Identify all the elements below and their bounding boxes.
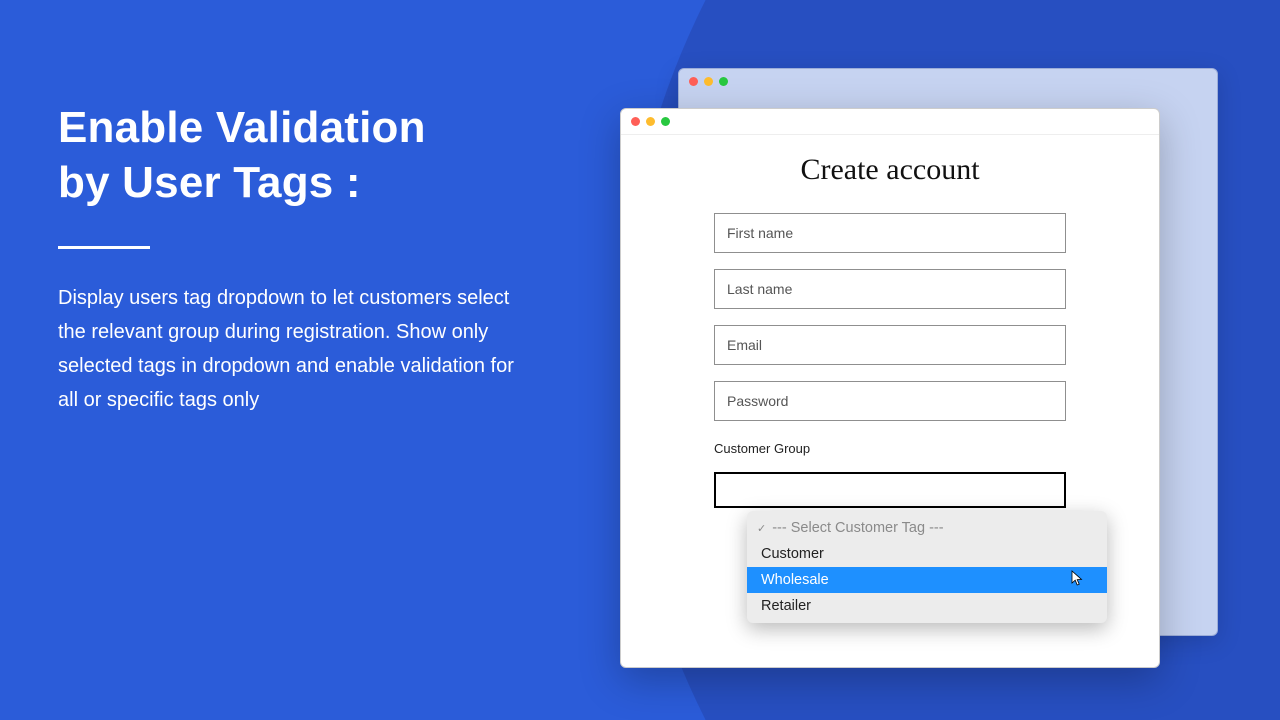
promo-body: Display users tag dropdown to let custom…: [58, 281, 528, 417]
promo-text: Enable Validation by User Tags : Display…: [58, 100, 528, 417]
dropdown-placeholder-option[interactable]: ✓ --- Select Customer Tag ---: [747, 515, 1107, 541]
customer-group-label: Customer Group: [714, 441, 1066, 456]
cursor-icon: [1071, 570, 1085, 590]
dropdown-option-customer[interactable]: Customer: [747, 541, 1107, 567]
dropdown-placeholder-label: --- Select Customer Tag ---: [772, 520, 943, 536]
window-chrome: [621, 109, 1159, 135]
window-chrome-back: [679, 69, 1217, 93]
check-icon: ✓: [757, 522, 766, 535]
dropdown-option-label: Retailer: [761, 598, 811, 614]
dropdown-option-label: Wholesale: [761, 572, 829, 588]
traffic-light-close-icon: [689, 77, 698, 86]
divider: [58, 246, 150, 249]
window-content: Create account First name Last name Emai…: [621, 135, 1159, 667]
traffic-light-close-icon[interactable]: [631, 117, 640, 126]
password-field[interactable]: Password: [714, 381, 1066, 421]
traffic-light-max-icon[interactable]: [661, 117, 670, 126]
dropdown-option-retailer[interactable]: Retailer: [747, 593, 1107, 619]
email-placeholder: Email: [727, 337, 762, 353]
traffic-light-min-icon[interactable]: [646, 117, 655, 126]
email-field[interactable]: Email: [714, 325, 1066, 365]
dropdown-option-wholesale[interactable]: Wholesale: [747, 567, 1107, 593]
page-title: Create account: [621, 153, 1159, 187]
dropdown-option-label: Customer: [761, 546, 824, 562]
app-window: Create account First name Last name Emai…: [620, 108, 1160, 668]
customer-group-select[interactable]: [714, 472, 1066, 508]
traffic-light-min-icon: [704, 77, 713, 86]
promo-heading-line1: Enable Validation: [58, 103, 426, 152]
last-name-field[interactable]: Last name: [714, 269, 1066, 309]
first-name-placeholder: First name: [727, 225, 793, 241]
last-name-placeholder: Last name: [727, 281, 792, 297]
traffic-light-max-icon: [719, 77, 728, 86]
first-name-field[interactable]: First name: [714, 213, 1066, 253]
customer-tag-dropdown[interactable]: ✓ --- Select Customer Tag --- Customer W…: [747, 511, 1107, 623]
password-placeholder: Password: [727, 393, 788, 409]
promo-heading-line2: by User Tags :: [58, 158, 361, 207]
promo-heading: Enable Validation by User Tags :: [58, 100, 528, 210]
